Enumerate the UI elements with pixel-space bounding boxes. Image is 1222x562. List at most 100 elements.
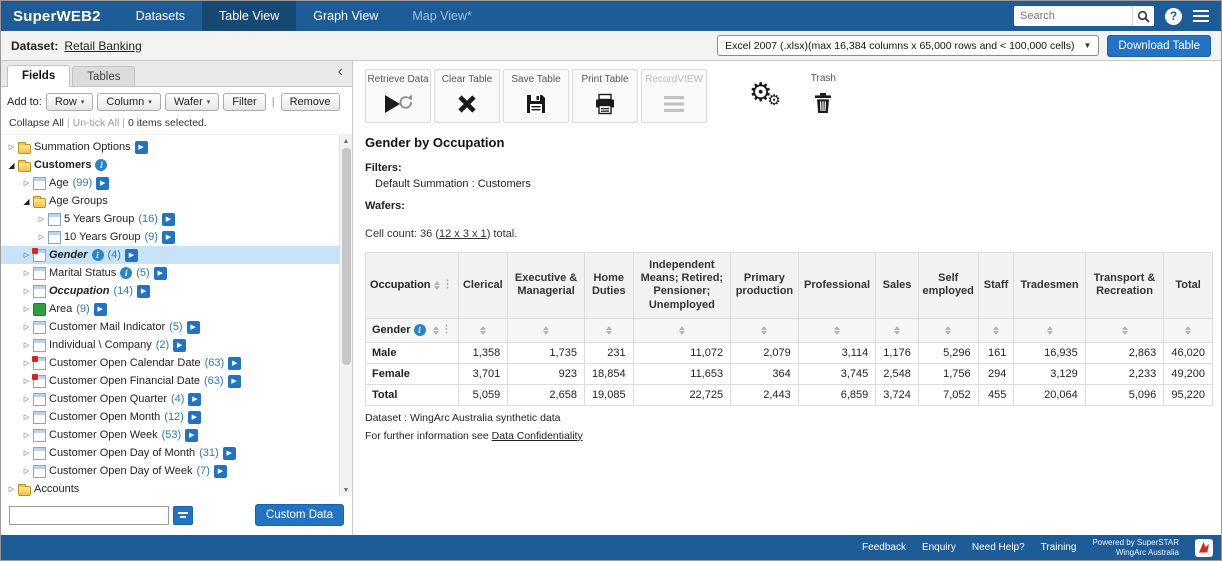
help-icon[interactable]: ?	[1165, 8, 1182, 25]
addto-filter-button[interactable]: Filter	[223, 93, 265, 111]
expand-icon[interactable]: ▷	[35, 233, 48, 241]
addto-row-button[interactable]: Row▾	[46, 93, 94, 111]
addto-wafer-button[interactable]: Wafer▾	[165, 93, 219, 111]
open-field-icon[interactable]: ▶	[135, 141, 148, 154]
sort-icon[interactable]	[761, 326, 767, 335]
sort-icon[interactable]	[993, 326, 999, 335]
sort-icon[interactable]	[1047, 326, 1053, 335]
wingarc-logo[interactable]	[1195, 539, 1213, 557]
info-icon[interactable]: i	[92, 249, 104, 261]
info-icon[interactable]: i	[120, 267, 132, 279]
tree-item-occupation[interactable]: ▷Occupation(14)▶	[1, 282, 339, 300]
field-filter-button[interactable]	[173, 506, 193, 525]
download-table-button[interactable]: Download Table	[1107, 35, 1211, 57]
column-header-home-duties[interactable]: Home Duties	[584, 253, 633, 319]
tree-item-label[interactable]: 5 Years Group	[64, 213, 134, 225]
expand-icon[interactable]: ▷	[20, 413, 33, 421]
tree-item-label[interactable]: Accounts	[34, 483, 79, 495]
corner-header-occupation[interactable]: Occupation⋮	[366, 253, 459, 319]
tree-item-customer-open-quarter[interactable]: ▷Customer Open Quarter(4)▶	[1, 390, 339, 408]
expand-icon[interactable]: ▷	[20, 287, 33, 295]
nav-tab-graph-view[interactable]: Graph View	[296, 1, 395, 31]
info-icon[interactable]: i	[95, 159, 107, 171]
sort-icon[interactable]	[1185, 326, 1191, 335]
column-header-self-employed[interactable]: Self employed	[918, 253, 978, 319]
open-field-icon[interactable]: ▶	[188, 393, 201, 406]
open-field-icon[interactable]: ▶	[125, 249, 138, 262]
footer-link-need-help[interactable]: Need Help?	[972, 542, 1025, 553]
tree-item-label[interactable]: Summation Options	[34, 141, 131, 153]
tree-item-age-groups[interactable]: ◢ Age Groups	[1, 192, 339, 210]
column-sort-cell[interactable]	[1085, 318, 1164, 342]
tree-item-customer-open-calendar-date[interactable]: ▷Customer Open Calendar Date(63)▶	[1, 354, 339, 372]
sort-icon[interactable]	[480, 326, 486, 335]
footer-link-enquiry[interactable]: Enquiry	[922, 542, 956, 553]
menu-dots-icon[interactable]: ⋮	[442, 325, 452, 335]
tree-item-label[interactable]: Occupation	[49, 285, 110, 297]
expand-icon[interactable]: ▷	[20, 431, 33, 439]
app-logo[interactable]: SuperWEB2	[1, 8, 119, 25]
tree-item-customer-open-day-of-month[interactable]: ▷Customer Open Day of Month(31)▶	[1, 444, 339, 462]
open-field-icon[interactable]: ▶	[162, 213, 175, 226]
tree-item-customer-open-month[interactable]: ▷Customer Open Month(12)▶	[1, 408, 339, 426]
column-sort-cell[interactable]	[1014, 318, 1085, 342]
tree-item-customer-mail-indicator[interactable]: ▷Customer Mail Indicator(5)▶	[1, 318, 339, 336]
column-sort-cell[interactable]	[876, 318, 919, 342]
open-field-icon[interactable]: ▶	[154, 267, 167, 280]
tree-item-label[interactable]: Individual \ Company	[49, 339, 152, 351]
field-search-input[interactable]	[9, 506, 169, 525]
column-sort-cell[interactable]	[798, 318, 876, 342]
search-input[interactable]	[1014, 7, 1132, 25]
expand-icon[interactable]: ▷	[20, 305, 33, 313]
tree-item-10-years-group[interactable]: ▷10 Years Group(9)▶	[1, 228, 339, 246]
tree-item-age[interactable]: ▷Age(99)▶	[1, 174, 339, 192]
tree-item-label[interactable]: Age	[49, 177, 69, 189]
row-header-female[interactable]: Female	[366, 363, 459, 384]
data-confidentiality-link[interactable]: Data Confidentiality	[492, 430, 583, 442]
row-header-total[interactable]: Total	[366, 384, 459, 405]
expand-icon[interactable]: ▷	[20, 467, 33, 475]
sort-icon[interactable]	[543, 326, 549, 335]
retrieve-data-button[interactable]: Retrieve Data	[365, 69, 431, 123]
footer-link-feedback[interactable]: Feedback	[862, 542, 906, 553]
sort-icon[interactable]	[679, 326, 685, 335]
tree-item-marital-status[interactable]: ▷Marital Statusi(5)▶	[1, 264, 339, 282]
tree-item-customer-open-day-of-week[interactable]: ▷Customer Open Day of Week(7)▶	[1, 462, 339, 480]
column-header-transport-recreation[interactable]: Transport & Recreation	[1085, 253, 1164, 319]
trash-button[interactable]: Trash	[811, 69, 836, 123]
column-header-staff[interactable]: Staff	[978, 253, 1014, 319]
row-field-gender[interactable]: Genderi⋮	[366, 318, 459, 342]
tree-item-label[interactable]: 10 Years Group	[64, 231, 140, 243]
expand-icon[interactable]: ▷	[20, 179, 33, 187]
open-field-icon[interactable]: ▶	[188, 411, 201, 424]
scrollbar-thumb[interactable]	[342, 148, 351, 365]
save-table-button[interactable]: Save Table	[503, 69, 569, 123]
column-sort-cell[interactable]	[458, 318, 508, 342]
collapse-icon[interactable]: ◢	[20, 197, 33, 206]
tab-fields[interactable]: Fields	[7, 65, 70, 87]
tree-item-gender[interactable]: ▷Genderi(4)▶	[1, 246, 339, 264]
print-table-button[interactable]: Print Table	[572, 69, 638, 123]
tree-item-label[interactable]: Customer Open Quarter	[49, 393, 167, 405]
sort-icon[interactable]	[606, 326, 612, 335]
tree-item-label[interactable]: Customers	[34, 159, 91, 171]
column-sort-cell[interactable]	[1164, 318, 1213, 342]
expand-icon[interactable]: ▷	[5, 485, 18, 493]
footer-link-training[interactable]: Training	[1041, 542, 1077, 553]
scroll-up-icon[interactable]: ▲	[343, 135, 350, 147]
column-sort-cell[interactable]	[731, 318, 799, 342]
open-field-icon[interactable]: ▶	[96, 177, 109, 190]
column-header-executive-managerial[interactable]: Executive & Managerial	[508, 253, 585, 319]
tree-item-label[interactable]: Age Groups	[49, 195, 108, 207]
search-icon[interactable]	[1132, 6, 1154, 26]
tree-item-label[interactable]: Customer Mail Indicator	[49, 321, 165, 333]
open-field-icon[interactable]: ▶	[137, 285, 150, 298]
sort-icon[interactable]	[433, 326, 439, 335]
column-sort-cell[interactable]	[918, 318, 978, 342]
tree-item-label[interactable]: Customer Open Calendar Date	[49, 357, 201, 369]
expand-icon[interactable]: ▷	[20, 341, 33, 349]
tree-item-customer-open-financial-date[interactable]: ▷Customer Open Financial Date(63)▶	[1, 372, 339, 390]
expand-icon[interactable]: ▷	[5, 143, 18, 151]
sort-icon[interactable]	[1122, 326, 1128, 335]
nav-tab-map-view[interactable]: Map View*	[395, 1, 489, 31]
